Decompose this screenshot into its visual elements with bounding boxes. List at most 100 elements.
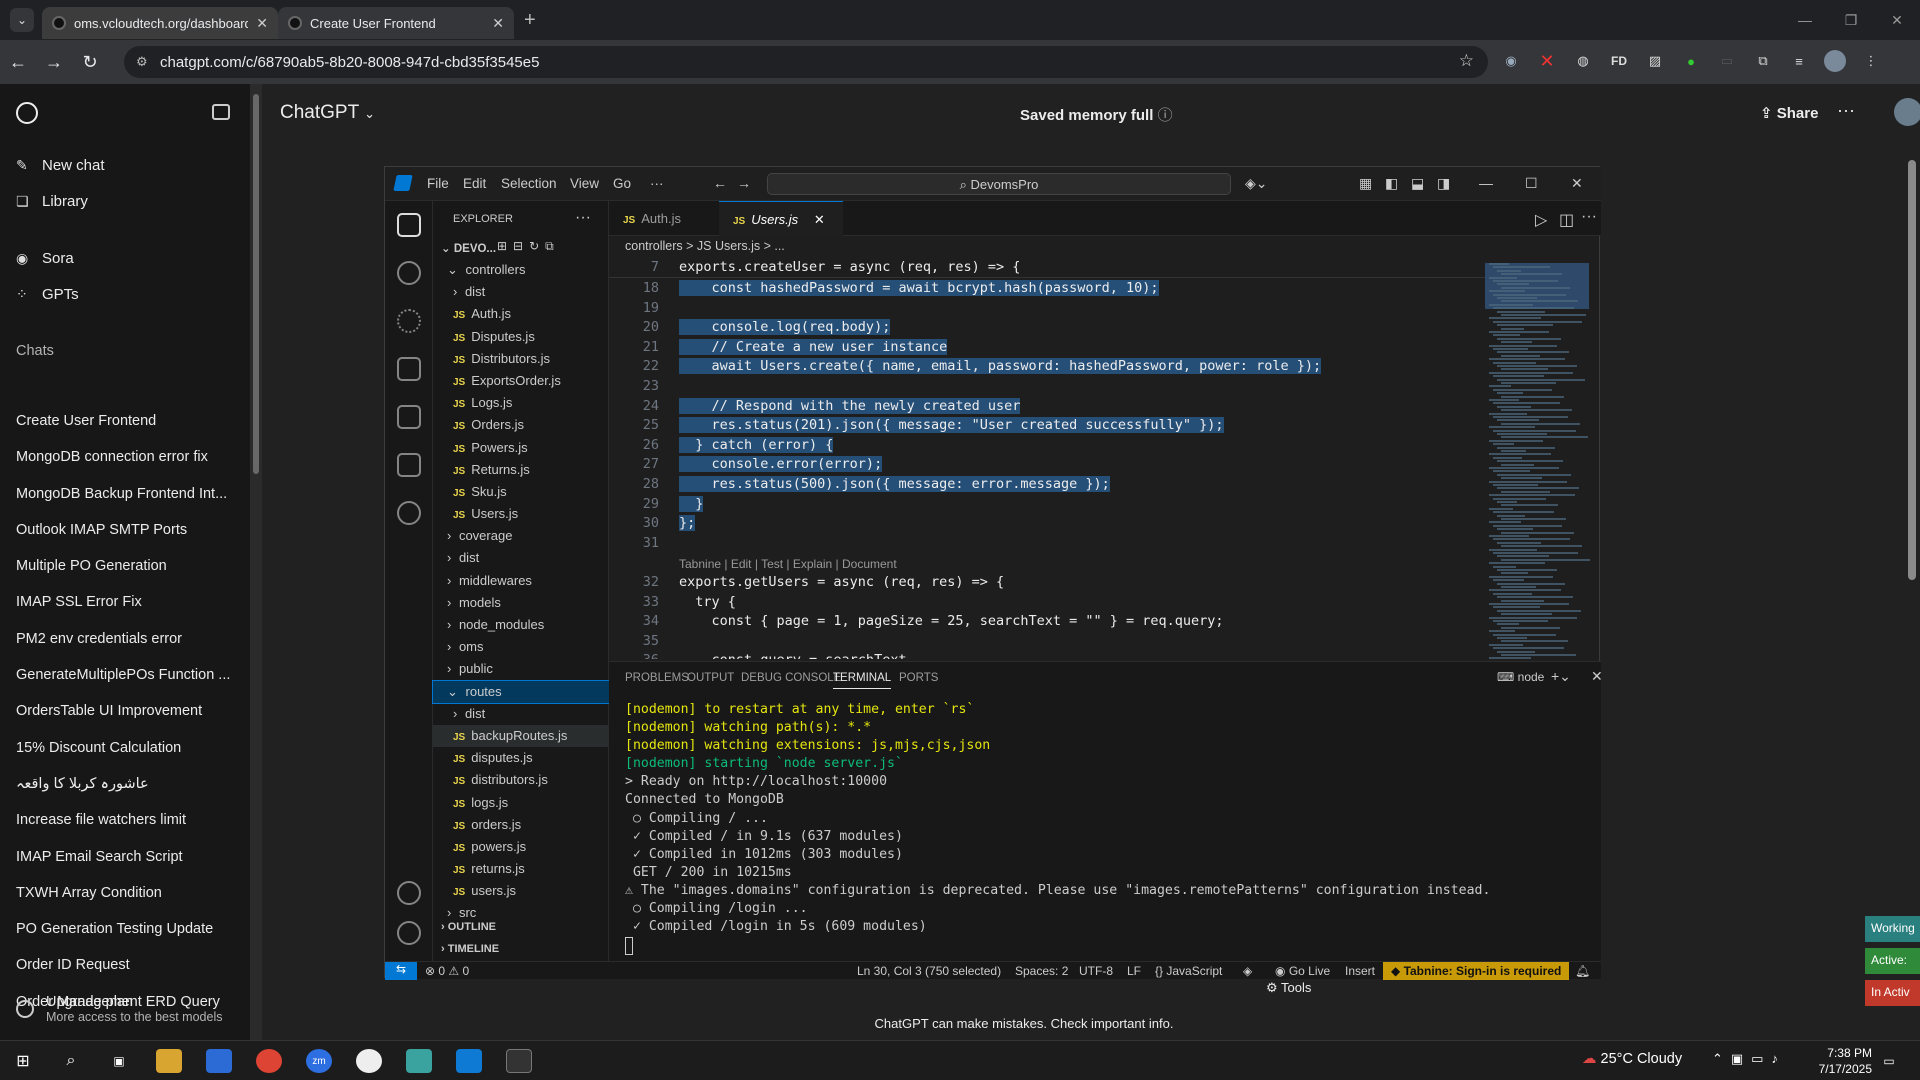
- browser-tab-chatgpt[interactable]: Create User Frontend ✕: [278, 7, 514, 39]
- tree-folder-item[interactable]: › dist: [433, 281, 609, 303]
- notification-center-icon[interactable]: ▭: [1876, 1049, 1902, 1073]
- extension-green-icon[interactable]: ●: [1680, 50, 1702, 72]
- panel-close-icon[interactable]: ✕: [1591, 668, 1603, 685]
- profile-avatar-icon[interactable]: [1824, 50, 1846, 72]
- tor-icon[interactable]: [356, 1049, 382, 1073]
- file-explorer-icon[interactable]: [156, 1049, 182, 1073]
- tools-button[interactable]: ⚙ Tools: [1266, 980, 1311, 996]
- weather-widget[interactable]: ☁ 25°C Cloudy: [1582, 1051, 1682, 1067]
- extension-card-icon[interactable]: ▭: [1716, 50, 1738, 72]
- minimize-icon[interactable]: —: [1479, 175, 1493, 191]
- code-line[interactable]: 27 console.error(error);: [609, 456, 1485, 475]
- menu-file[interactable]: File: [427, 176, 449, 191]
- tree-folder-item[interactable]: › dist: [433, 703, 609, 725]
- chat-history-item[interactable]: OrdersTable UI Improvement: [16, 703, 236, 739]
- notifications-icon[interactable]: 🔔︎: [1575, 964, 1590, 978]
- tabnine-status[interactable]: ◆ Tabnine: Sign-in is required: [1383, 962, 1570, 980]
- terminal-output[interactable]: [nodemon] to restart at any time, enter …: [625, 702, 1585, 956]
- tree-file-item[interactable]: JS Users.js: [433, 503, 609, 525]
- openai-logo-icon[interactable]: [16, 102, 38, 124]
- command-center-search[interactable]: ⌕ DevomsPro: [767, 173, 1231, 195]
- tab-auth-js[interactable]: JS Auth.js: [609, 201, 719, 236]
- code-line[interactable]: 24 // Respond with the newly created use…: [609, 397, 1485, 417]
- chat-history-item[interactable]: Order ID Request: [16, 957, 236, 993]
- chat-history-item[interactable]: MongoDB connection error fix: [16, 449, 236, 485]
- tab-output[interactable]: OUTPUT: [687, 672, 734, 684]
- site-info-icon[interactable]: ⚙: [136, 54, 152, 70]
- restore-icon[interactable]: ❐: [1828, 0, 1874, 40]
- extension-fd-icon[interactable]: FD: [1608, 50, 1630, 72]
- extensions-icon[interactable]: [397, 405, 421, 429]
- chat-history-item[interactable]: TXWH Array Condition: [16, 885, 236, 921]
- layout-customize-icon[interactable]: ▦: [1359, 175, 1372, 192]
- remote-explorer-icon[interactable]: [397, 453, 421, 477]
- code-line[interactable]: 20 console.log(req.body);: [609, 319, 1485, 338]
- forward-icon[interactable]: →: [36, 52, 72, 73]
- chat-history-item[interactable]: IMAP Email Search Script: [16, 849, 236, 885]
- menu-selection[interactable]: Selection: [501, 176, 557, 191]
- chat-history-item[interactable]: Outlook IMAP SMTP Ports: [16, 522, 236, 558]
- user-avatar[interactable]: [1894, 98, 1920, 126]
- chat-history-item[interactable]: 15% Discount Calculation: [16, 740, 236, 776]
- nav-back-icon[interactable]: ←: [713, 175, 727, 191]
- tree-file-item[interactable]: JS Sku.js: [433, 481, 609, 503]
- close-window-icon[interactable]: ✕: [1874, 0, 1920, 40]
- language-mode[interactable]: {} JavaScript: [1155, 964, 1222, 978]
- cursor-position[interactable]: Ln 30, Col 3 (750 selected): [857, 964, 1001, 978]
- chat-history-item[interactable]: Increase file watchers limit: [16, 812, 236, 848]
- chat-history-item[interactable]: Create User Frontend: [16, 413, 236, 449]
- lightning-icon[interactable]: [397, 501, 421, 525]
- store-icon[interactable]: [206, 1049, 232, 1073]
- browser-tab-dashboard[interactable]: oms.vcloudtech.org/dashboard ✕: [42, 7, 278, 39]
- code-line[interactable]: 33 try {: [609, 594, 1485, 613]
- address-bar[interactable]: ⚙ chatgpt.com/c/68790ab5-8b20-8008-947d-…: [124, 46, 1488, 78]
- problems-count[interactable]: ⊗ 0 ⚠ 0: [425, 964, 469, 978]
- tab-terminal[interactable]: TERMINAL: [833, 672, 892, 689]
- breadcrumb[interactable]: controllers > JS Users.js > ...: [625, 239, 785, 253]
- reload-icon[interactable]: ↻: [72, 52, 108, 73]
- editor-more-icon[interactable]: ···: [1581, 208, 1597, 226]
- copilot-status-icon[interactable]: ◈: [1243, 964, 1252, 978]
- tree-file-item[interactable]: JS Logs.js: [433, 392, 609, 414]
- status-active[interactable]: Active:: [1865, 948, 1920, 974]
- toggle-secondary-sidebar-icon[interactable]: ◨: [1437, 175, 1450, 192]
- sora-button[interactable]: ◉ Sora: [16, 250, 74, 267]
- extension-glasses-icon[interactable]: ◉: [1500, 50, 1522, 72]
- tab-users-js[interactable]: JS Users.js ✕: [719, 201, 843, 236]
- tree-folder-item[interactable]: › oms: [433, 636, 609, 658]
- code-line[interactable]: 34 const { page = 1, pageSize = 25, sear…: [609, 613, 1485, 632]
- chat-history-item[interactable]: IMAP SSL Error Fix: [16, 594, 236, 630]
- extension-x-icon[interactable]: ✕: [1536, 50, 1558, 72]
- tree-file-item[interactable]: JS distributors.js: [433, 769, 609, 791]
- tree-folder-item[interactable]: › public: [433, 658, 609, 680]
- clock[interactable]: 7:38 PM 7/17/2025: [1819, 1045, 1872, 1077]
- chat-history-item[interactable]: عاشورہ کربلا کا واقعہ: [16, 776, 236, 812]
- model-selector[interactable]: ChatGPT ⌄: [280, 102, 375, 124]
- close-tab-icon[interactable]: ✕: [814, 212, 825, 227]
- code-line[interactable]: 18 const hashedPassword = await bcrypt.h…: [609, 280, 1485, 299]
- chat-history-item[interactable]: MongoDB Backup Frontend Int...: [16, 486, 236, 522]
- outline-section[interactable]: › OUTLINE: [441, 921, 496, 933]
- status-working[interactable]: Working: [1865, 916, 1920, 942]
- tree-file-item[interactable]: JS Powers.js: [433, 437, 609, 459]
- code-line[interactable]: 30};: [609, 515, 1485, 534]
- share-button[interactable]: ⇪ Share: [1760, 104, 1818, 122]
- tree-file-item[interactable]: JS returns.js: [433, 858, 609, 880]
- windows-start-icon[interactable]: ⊞: [10, 1049, 36, 1073]
- maximize-icon[interactable]: ☐: [1525, 175, 1538, 192]
- tree-folder-item[interactable]: › middlewares: [433, 570, 609, 592]
- copilot-icon[interactable]: ◈⌄: [1245, 175, 1268, 192]
- code-line[interactable]: 35: [609, 633, 1485, 652]
- zoom-icon[interactable]: zm: [306, 1049, 332, 1073]
- tree-folder-item[interactable]: ⌄ controllers: [433, 259, 609, 281]
- minimap[interactable]: [1485, 259, 1591, 679]
- code-line[interactable]: 31: [609, 535, 1485, 554]
- sticky-scroll-line[interactable]: 7 exports.createUser = async (req, res) =…: [609, 259, 1485, 278]
- tree-file-item[interactable]: JS Disputes.js: [433, 326, 609, 348]
- tree-file-item[interactable]: JS Auth.js: [433, 303, 609, 325]
- chat-history-item[interactable]: PM2 env credentials error: [16, 631, 236, 667]
- menu-go[interactable]: Go: [613, 176, 631, 191]
- tree-file-item[interactable]: JS disputes.js: [433, 747, 609, 769]
- run-debug-icon[interactable]: [397, 357, 421, 381]
- line-ending[interactable]: LF: [1127, 964, 1141, 978]
